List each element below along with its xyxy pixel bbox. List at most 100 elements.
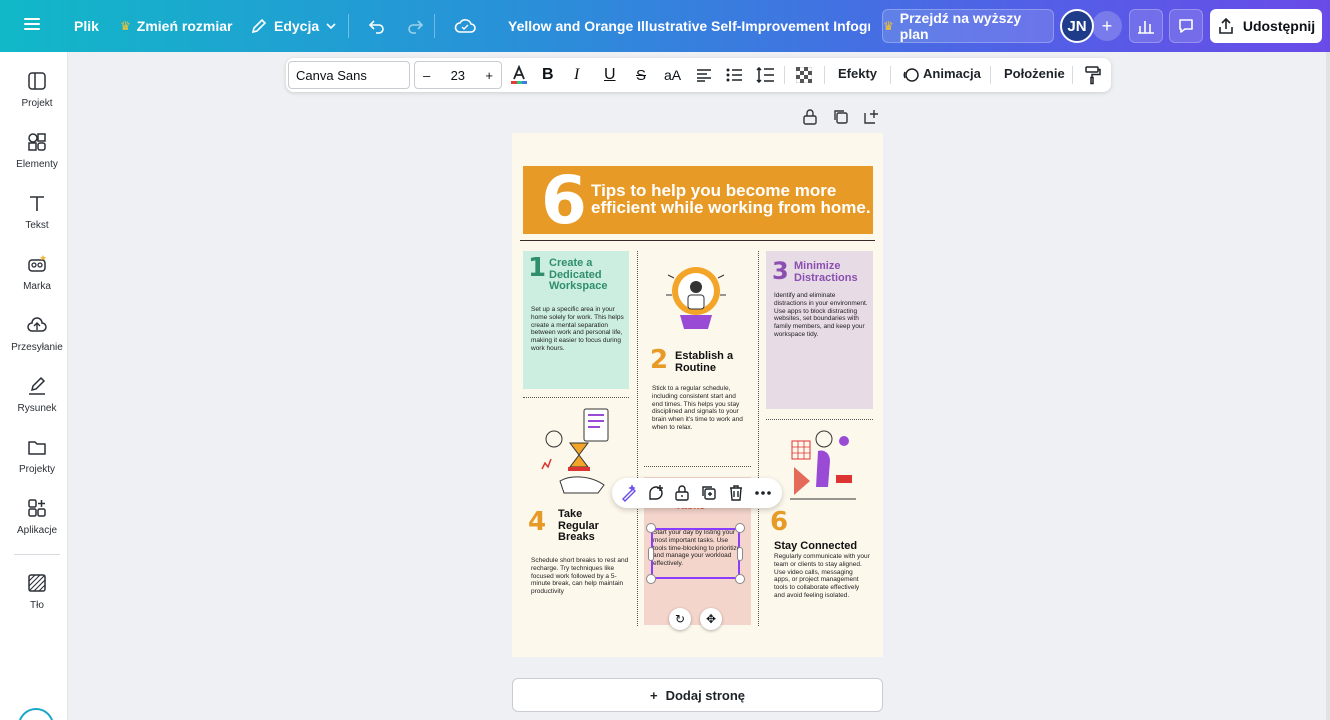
copy-style-button[interactable] [1084,64,1102,86]
duplicate-page-button[interactable] [832,108,850,126]
text-selection-box[interactable] [651,528,740,579]
font-size-stepper[interactable]: – 23 + [414,61,502,89]
sidebar-item-apps[interactable]: Aplikacje [6,497,68,536]
resize-button[interactable]: ♛ Zmień rozmiar [110,8,242,44]
brand-icon [28,255,46,272]
header-banner[interactable]: 6 Tips to help you become more efficient… [523,162,873,239]
resize-handle[interactable] [646,574,656,584]
avatar[interactable]: JN [1060,9,1094,43]
trash-icon[interactable] [727,484,745,502]
rotate-handle[interactable]: ↻ [669,608,691,630]
sidebar-item-elements[interactable]: Elementy [6,131,68,170]
tip-3-title[interactable]: Minimize Distractions [794,260,872,284]
redo-button[interactable] [396,8,434,44]
tip-4-body[interactable]: Schedule short breaks to rest and rechar… [531,557,631,596]
strikethrough-icon: S [636,66,647,84]
strikethrough-button[interactable]: S [636,64,646,86]
sidebar-item-uploads[interactable]: Przesyłanie [6,314,68,353]
banner-title[interactable]: Tips to help you become more efficient w… [591,182,871,216]
font-size-value[interactable]: 23 [451,68,465,83]
tip-1-body[interactable]: Set up a specific area in your home sole… [531,306,625,353]
tip-1-title[interactable]: Create a Dedicated Workspace [549,257,627,293]
resize-handle[interactable] [646,523,656,533]
underline-button[interactable]: U [604,64,616,86]
sidebar-item-draw[interactable]: Rysunek [6,375,68,414]
font-family-select[interactable]: Canva Sans [288,61,410,89]
animation-button[interactable] [902,64,920,86]
resize-handle[interactable] [735,574,745,584]
upgrade-button[interactable]: ♛ Przejdź na wyższy plan [882,9,1054,43]
upload-cloud-icon [27,317,47,332]
align-button[interactable] [696,64,712,86]
tip-2-title[interactable]: Establish a Routine [675,350,747,374]
tip-3-body[interactable]: Identify and eliminate distractions in y… [774,292,868,339]
tip-3-number[interactable]: 3 [772,257,789,285]
resize-handle[interactable] [735,523,745,533]
file-menu-button[interactable]: Plik [64,8,109,44]
line-spacing-icon [756,67,774,83]
text-color-button[interactable] [510,64,528,86]
banner-number[interactable]: 6 [541,162,587,239]
transparency-button[interactable] [796,64,812,86]
row-divider [766,419,873,420]
sidebar-item-label: Tło [30,600,44,611]
add-comment-icon[interactable] [647,484,665,502]
effects-button[interactable]: Efekty [838,66,877,81]
lock-page-button[interactable] [801,108,819,126]
sidebar-item-brand[interactable]: Marka [6,253,68,292]
design-page[interactable]: 6 Tips to help you become more efficient… [512,133,883,657]
sidebar-item-projects[interactable]: Projekty [6,436,68,475]
share-button[interactable]: Udostępnij [1210,9,1322,43]
tip-1-number[interactable]: 1 [528,253,546,283]
italic-button[interactable]: I [574,64,579,86]
hourglass-hand-illustration [541,408,609,494]
sidebar-item-background[interactable]: Tło [6,572,68,611]
menu-icon[interactable] [22,14,50,38]
edit-mode-button[interactable]: Edycja [240,8,347,44]
increase-size-button[interactable]: + [485,68,493,83]
case-button[interactable]: aA [664,64,681,86]
more-options-icon[interactable] [754,484,772,502]
sidebar-item-label: Projekty [18,464,56,475]
duplicate-icon[interactable] [700,484,718,502]
undo-button[interactable] [358,8,396,44]
share-label: Udostępnij [1242,18,1316,34]
sidebar-item-label: Elementy [16,159,58,170]
insights-button[interactable] [1129,9,1163,43]
tip-4-title[interactable]: Take Regular Breaks [558,508,618,544]
list-button[interactable] [726,64,742,86]
tip-6-title[interactable]: Stay Connected [774,540,874,553]
draw-pen-icon [29,376,46,395]
tip-6-body[interactable]: Regularly communicate with your team or … [774,553,870,600]
sidebar-divider [14,554,60,555]
animation-label[interactable]: Animacja [923,66,981,81]
scrollbar[interactable] [1326,52,1330,720]
bold-button[interactable]: B [542,64,554,86]
side-resize-handle[interactable] [648,547,654,561]
add-page-button[interactable]: + Dodaj stronę [512,678,883,712]
tip-4-number[interactable]: 4 [528,507,546,537]
sidebar-item-text[interactable]: Tekst [6,192,68,231]
sidebar-item-label: Marka [23,281,51,292]
folder-icon [28,441,46,455]
column-divider [758,251,759,626]
side-resize-handle[interactable] [737,547,743,561]
decrease-size-button[interactable]: – [423,68,430,83]
sidebar-item-project[interactable]: Projekt [6,70,68,109]
transparency-checker-icon [796,67,812,83]
add-page-icon-button[interactable] [862,108,880,126]
tip-2-body[interactable]: Stick to a regular schedule, including c… [652,385,748,432]
move-handle[interactable]: ✥ [700,608,722,630]
clock-person-illustration [666,267,726,329]
comments-button[interactable] [1169,9,1203,43]
tip-6-number[interactable]: 6 [770,507,788,537]
position-button[interactable]: Położenie [1004,66,1065,81]
spacing-button[interactable] [756,64,774,86]
sidebar: Projekt Elementy Tekst Marka Przesyłanie… [6,52,68,720]
magic-write-icon[interactable] [620,484,638,502]
tip-2-number[interactable]: 2 [650,345,668,375]
lock-icon[interactable] [673,484,691,502]
save-status-button[interactable] [444,8,486,44]
document-title[interactable]: Yellow and Orange Illustrative Self-Impr… [500,8,870,44]
invite-plus-button[interactable]: + [1092,11,1122,41]
